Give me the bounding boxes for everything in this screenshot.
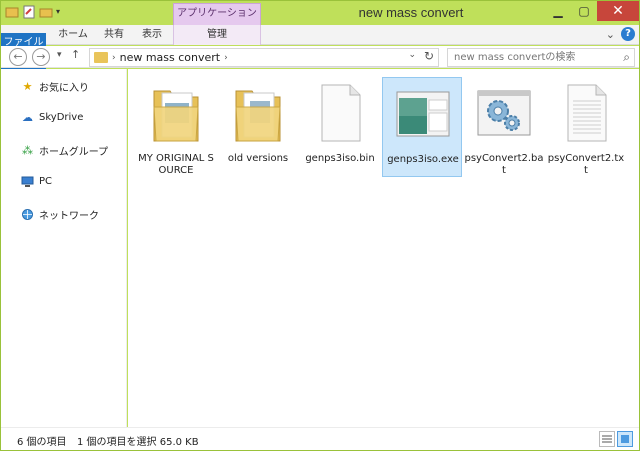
sidebar-item-pc[interactable]: PC: [21, 175, 52, 188]
folder-icon: [153, 90, 199, 142]
status-bar: 6 個の項目 1 個の項目を選択 65.0 KB: [1, 427, 639, 450]
refresh-icon[interactable]: ↻: [424, 49, 434, 63]
window-title: new mass convert: [358, 5, 464, 20]
file-name: psyConvert2.txt: [547, 153, 625, 176]
new-folder-icon[interactable]: [39, 5, 53, 19]
blank-document-icon: [321, 84, 361, 142]
file-name: genps3iso.exe: [387, 154, 459, 165]
selection-info: 1 個の項目を選択 65.0 KB: [77, 437, 199, 448]
sidebar-item-skydrive[interactable]: ☁ SkyDrive: [21, 111, 83, 124]
sidebar-item-favorites[interactable]: ★ お気に入り: [21, 79, 89, 94]
forward-button[interactable]: →: [32, 48, 50, 66]
properties-icon[interactable]: [22, 5, 36, 19]
file-name: genps3iso.bin: [305, 153, 375, 164]
tab-manage[interactable]: 管理: [173, 25, 261, 45]
file-item-document[interactable]: genps3iso.bin: [300, 77, 380, 177]
file-item-folder[interactable]: MY ORIGINAL SOURCE: [136, 77, 216, 177]
back-button[interactable]: ←: [9, 48, 27, 66]
computer-icon: [21, 175, 34, 188]
ribbon-controls: ⌄ ?: [606, 27, 635, 41]
sidebar-item-label: PC: [39, 176, 53, 187]
sidebar-item-label: お気に入り: [39, 83, 89, 94]
file-item-text[interactable]: psyConvert2.txt: [546, 77, 626, 177]
recent-locations-icon[interactable]: ▾: [57, 50, 62, 60]
file-item-batch[interactable]: psyConvert2.bat: [464, 77, 544, 177]
sidebar-item-label: SkyDrive: [39, 112, 84, 123]
explorer-icon: [5, 7, 19, 18]
expand-ribbon-icon[interactable]: ⌄: [606, 28, 615, 41]
tab-share[interactable]: 共有: [97, 25, 131, 45]
address-bar[interactable]: › new mass convert › ⌄ ↻: [89, 48, 439, 67]
sidebar-item-label: ネットワーク: [39, 211, 99, 222]
file-list: MY ORIGINAL SOURCE old versions genps3is…: [128, 69, 639, 427]
folder-icon: [235, 90, 281, 142]
sidebar-item-network[interactable]: ネットワーク: [21, 207, 99, 222]
up-button[interactable]: ↑: [71, 48, 80, 61]
breadcrumb-chevron-icon[interactable]: ›: [112, 53, 116, 63]
batch-gears-icon: [477, 90, 531, 136]
minimize-button[interactable]: ▁: [545, 1, 571, 21]
cloud-icon: ☁: [22, 111, 33, 124]
breadcrumb[interactable]: new mass convert: [120, 51, 221, 64]
network-icon: [21, 208, 34, 221]
address-dropdown-icon[interactable]: ⌄: [408, 50, 416, 60]
item-count: 6 個の項目: [17, 437, 67, 448]
navigation-bar: ← → ▾ ↑ › new mass convert › ⌄ ↻ ⌕: [1, 46, 639, 68]
close-button[interactable]: ✕: [597, 1, 639, 21]
tab-home[interactable]: ホーム: [51, 25, 95, 45]
file-name: MY ORIGINAL SOURCE: [138, 153, 214, 176]
file-name: psyConvert2.bat: [464, 153, 544, 176]
details-view-icon: [602, 435, 612, 443]
explorer-window: ▾ アプリケーション ツール new mass convert ▁ ▢ ✕ ファ…: [0, 0, 640, 451]
tab-view[interactable]: 表示: [135, 25, 169, 45]
text-document-icon: [567, 84, 607, 142]
sidebar-item-homegroup[interactable]: ⁂ ホームグループ: [21, 143, 108, 158]
homegroup-icon: ⁂: [22, 144, 33, 157]
large-icons-view-button[interactable]: [617, 431, 633, 447]
context-tab-group-label: アプリケーション ツール: [173, 3, 261, 39]
breadcrumb-chevron-icon[interactable]: ›: [224, 53, 228, 63]
folder-mini-icon: [94, 52, 108, 63]
file-name: old versions: [227, 153, 289, 164]
search-box[interactable]: ⌕: [447, 48, 635, 67]
sidebar-item-label: ホームグループ: [39, 147, 109, 158]
navigation-pane: ★ お気に入り ☁ SkyDrive ⁂ ホームグループ PC ネットワーク: [1, 69, 127, 427]
quick-access-toolbar: ▾: [5, 5, 70, 19]
application-window-icon: [396, 91, 450, 137]
search-icon[interactable]: ⌕: [623, 50, 630, 65]
help-icon[interactable]: ?: [621, 27, 635, 41]
ribbon-tab-bar: ファイル ホーム 共有 表示 管理 ⌄ ?: [1, 25, 639, 133]
star-icon: ★: [22, 80, 33, 93]
maximize-button[interactable]: ▢: [571, 1, 597, 21]
large-icons-view-icon: [621, 435, 629, 443]
customize-dropdown-icon[interactable]: ▾: [56, 5, 70, 19]
title-bar: ▾ アプリケーション ツール new mass convert ▁ ▢ ✕: [1, 1, 639, 39]
search-input[interactable]: [454, 50, 604, 65]
file-item-application[interactable]: genps3iso.exe: [382, 77, 462, 177]
file-item-folder[interactable]: old versions: [218, 77, 298, 177]
details-view-button[interactable]: [599, 431, 615, 447]
